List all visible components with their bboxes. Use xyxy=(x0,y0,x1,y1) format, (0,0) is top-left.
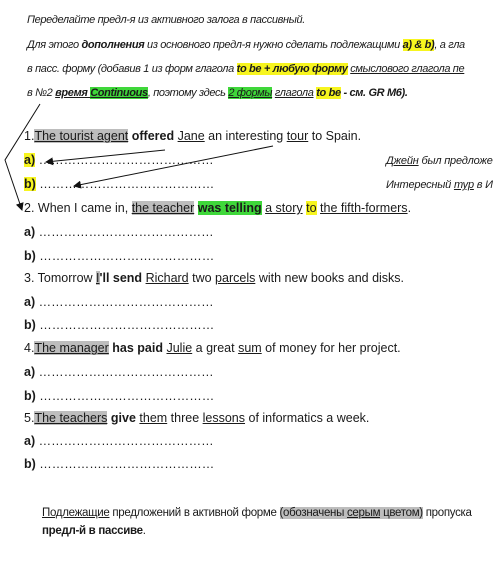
arrow-to-b xyxy=(73,145,274,189)
arrow-left-bracket xyxy=(4,103,41,211)
annotation-arrows xyxy=(4,103,274,211)
arrow-to-a xyxy=(45,149,166,166)
